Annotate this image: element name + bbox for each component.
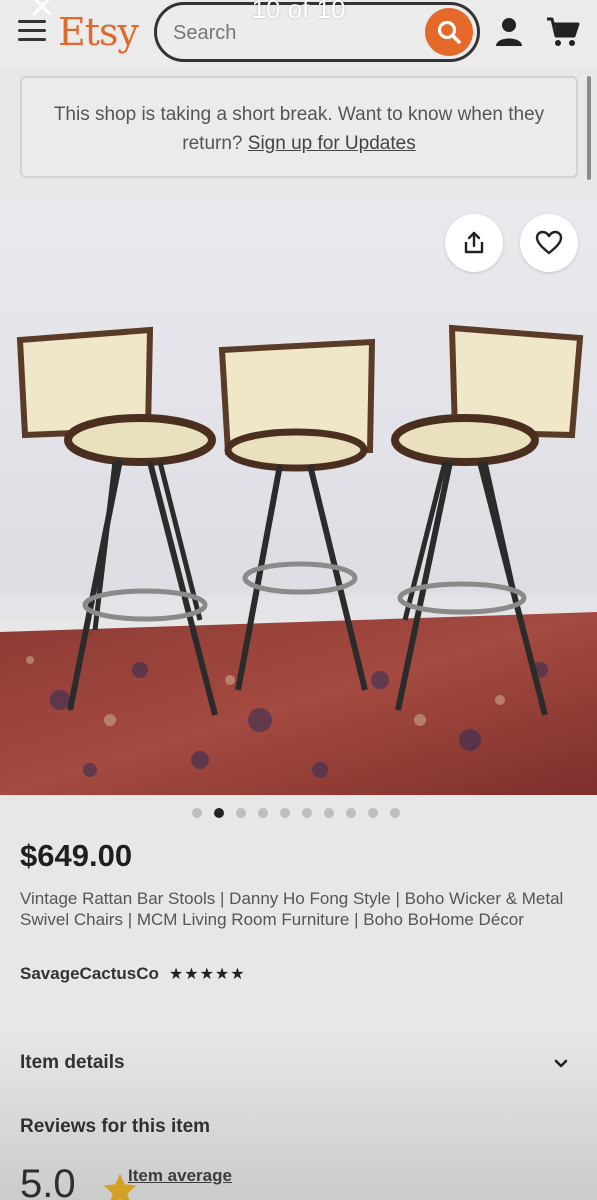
scrollbar[interactable] (587, 76, 591, 180)
product-title: Vintage Rattan Bar Stools | Danny Ho Fon… (20, 889, 564, 929)
item-details-toggle[interactable]: Item details (20, 1052, 580, 1074)
pagination-dot[interactable] (368, 808, 378, 818)
heart-icon (535, 230, 563, 255)
reviews-heading: Reviews for this item (20, 1116, 211, 1137)
pagination-dot[interactable] (280, 808, 290, 818)
pagination-dot[interactable] (214, 808, 224, 818)
sign-up-updates-link[interactable]: Sign up for Updates (248, 133, 416, 154)
pagination-dot[interactable] (192, 808, 202, 818)
pagination-dot[interactable] (258, 808, 268, 818)
gallery-counter: 10 of 10 (251, 0, 346, 24)
gallery-overlay: 10 of 10 (0, 0, 597, 24)
pagination-dot[interactable] (324, 808, 334, 818)
chevron-down-icon[interactable] (552, 1054, 570, 1072)
pagination-dot[interactable] (236, 808, 246, 818)
share-icon (464, 231, 484, 254)
favorite-button[interactable] (520, 214, 578, 272)
product-price: $649.00 (20, 838, 133, 873)
item-average-link[interactable]: Item average (128, 1166, 232, 1186)
shop-rating-stars: ★★★★★ (168, 966, 246, 983)
shop-break-notice: This shop is taking a short break. Want … (20, 76, 578, 178)
pagination-dot[interactable] (390, 808, 400, 818)
bar-stools-photo (0, 200, 597, 795)
product-image[interactable] (0, 200, 597, 795)
app-screen: Etsy 10 of 10 (0, 0, 597, 1200)
shop-name[interactable]: SavageCactusCo (20, 964, 159, 984)
shop-info[interactable]: SavageCactusCo ★★★★★ (20, 964, 246, 984)
pagination-dot[interactable] (346, 808, 356, 818)
rating-value: 5.0 (20, 1162, 76, 1200)
image-pagination[interactable] (192, 808, 400, 818)
rating-summary: 5.0 Item average (20, 1158, 320, 1200)
share-button[interactable] (445, 214, 503, 272)
pagination-dot[interactable] (302, 808, 312, 818)
